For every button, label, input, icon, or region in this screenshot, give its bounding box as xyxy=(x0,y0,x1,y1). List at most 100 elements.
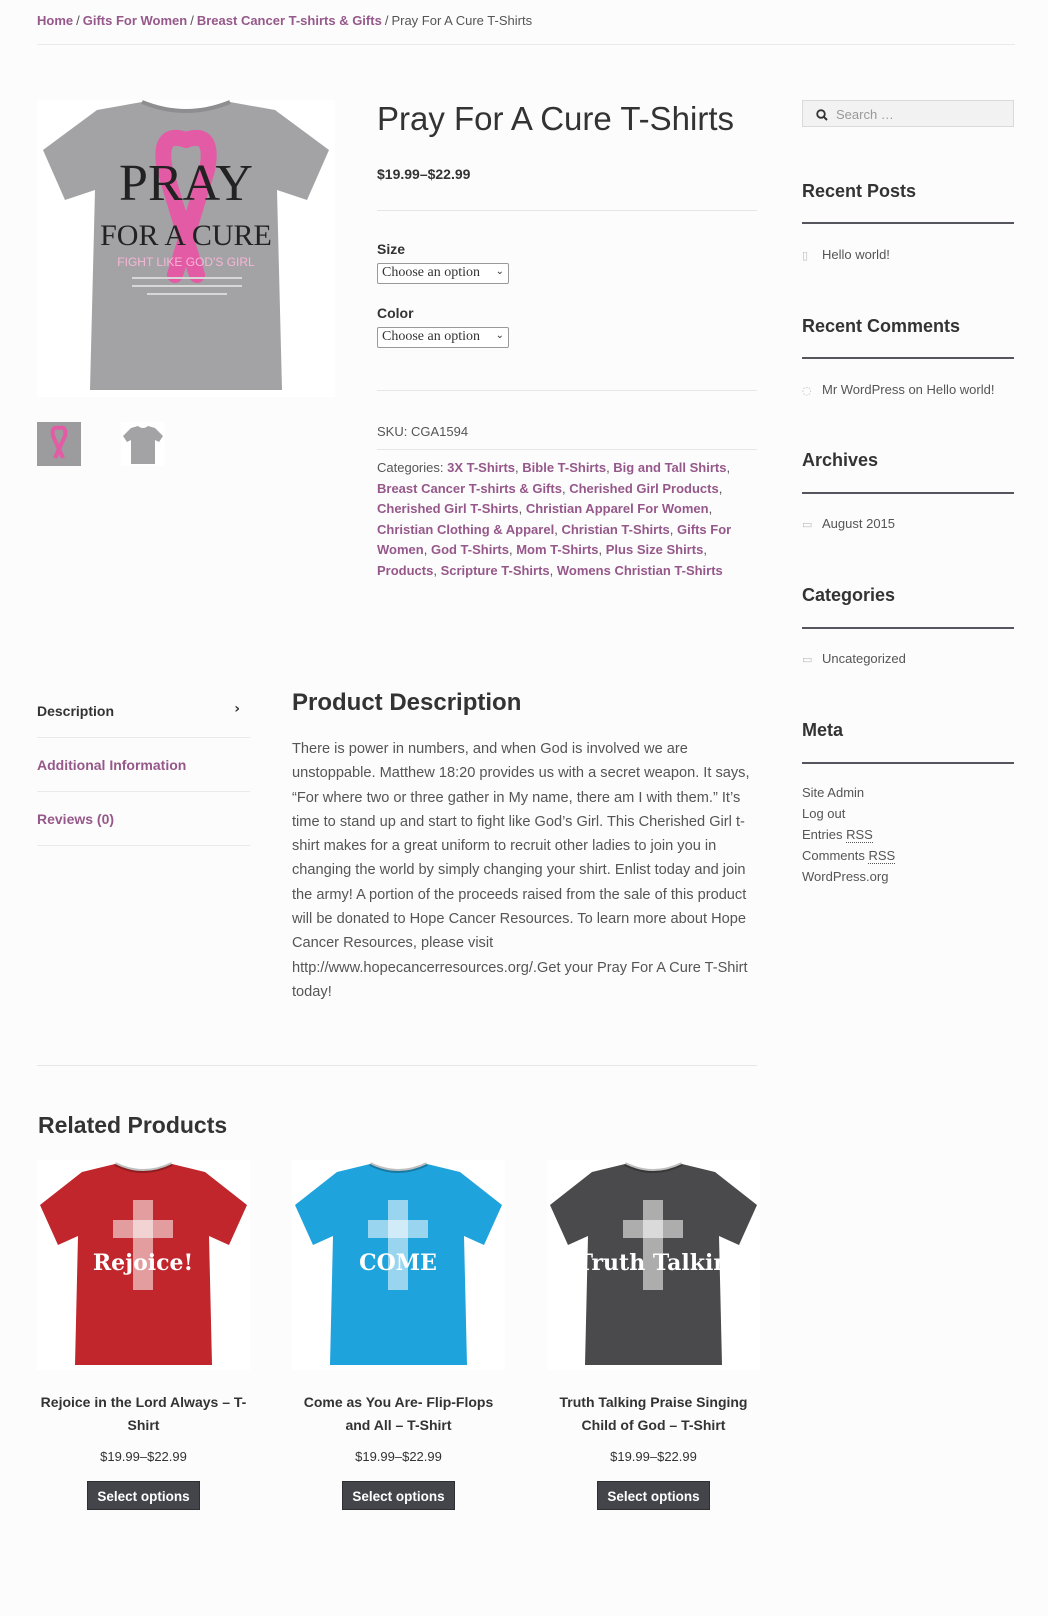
meta-wordpress-link[interactable]: WordPress.org xyxy=(802,869,888,884)
search-placeholder: Search … xyxy=(836,107,894,122)
related-products-title: Related Products xyxy=(38,1112,228,1138)
category-link[interactable]: Big and Tall Shirts xyxy=(613,460,726,475)
meta-title: Meta xyxy=(802,720,844,740)
search-input[interactable]: Search … xyxy=(802,100,1014,127)
recent-post-link[interactable]: Hello world! xyxy=(822,247,890,262)
product-price: $19.99–$22.99 xyxy=(377,166,471,182)
shirt-print-fight: FIGHT LIKE GOD'S GIRL xyxy=(117,255,255,269)
category-link[interactable]: Womens Christian T-Shirts xyxy=(557,563,723,578)
breadcrumb-home-link[interactable]: Home xyxy=(37,13,73,28)
category-link[interactable]: God T-Shirts xyxy=(431,542,509,557)
meta-log-out-link[interactable]: Log out xyxy=(802,806,845,821)
categories-label: Categories: xyxy=(377,460,444,475)
breadcrumb-gifts-link[interactable]: Gifts For Women xyxy=(83,13,187,28)
breadcrumb-separator: / xyxy=(76,13,80,28)
category-link[interactable]: Cherished Girl T-Shirts xyxy=(377,501,519,516)
divider xyxy=(377,449,757,450)
comment-post-link[interactable]: Hello world! xyxy=(927,382,995,397)
comment-author-link[interactable]: Mr WordPress xyxy=(822,382,905,397)
meta-entries-rss-link[interactable]: Entries RSS xyxy=(802,827,873,843)
category-sidebar-link[interactable]: Uncategorized xyxy=(822,651,906,666)
category-link[interactable]: Breast Cancer T-shirts & Gifts xyxy=(377,481,562,496)
shirt-print-cure: FOR A CURE xyxy=(100,219,272,252)
description-title: Product Description xyxy=(292,689,522,716)
breadcrumb-separator: / xyxy=(190,13,194,28)
category-link[interactable]: Plus Size Shirts xyxy=(606,542,704,557)
related-product-price: $19.99–$22.99 xyxy=(610,1449,697,1464)
tab-reviews[interactable]: Reviews (0) xyxy=(37,792,250,846)
comment-icon: ◌ xyxy=(802,384,812,397)
archives-title: Archives xyxy=(802,450,879,470)
color-select[interactable]: Choose an option ⌄ xyxy=(377,327,509,348)
description-text: There is power in numbers, and when God … xyxy=(292,741,750,1000)
select-options-button[interactable]: Select options xyxy=(597,1481,710,1510)
thumbnail-back-image xyxy=(37,422,81,466)
related-product-name[interactable]: Come as You Are- Flip-Flops and All – T-… xyxy=(292,1391,505,1437)
meta-entries-label: Entries xyxy=(802,827,843,842)
size-label: Size xyxy=(377,241,406,257)
tshirt-image: Rejoice! xyxy=(40,1162,247,1365)
sku-value: CGA1594 xyxy=(410,424,469,439)
product-sku: SKU: CGA1594 xyxy=(377,424,468,439)
tab-description[interactable]: Description › xyxy=(37,684,250,738)
product-thumbnail[interactable] xyxy=(37,422,81,466)
tab-reviews-label: Reviews (0) xyxy=(37,811,115,827)
shirt-print-pray: PRAY xyxy=(119,155,253,212)
archive-link[interactable]: August 2015 xyxy=(822,516,895,531)
gray-tshirt-image: PRAY FOR A CURE FIGHT LIKE GOD'S GIRL xyxy=(43,100,329,390)
recent-comments-title: Recent Comments xyxy=(802,316,961,336)
breadcrumb-current: Pray For A Cure T-Shirts xyxy=(391,13,533,28)
breadcrumb: Home / Gifts For Women / Breast Cancer T-shi… xyxy=(37,13,532,28)
chevron-down-icon: ⌄ xyxy=(495,330,504,341)
tshirt-image: COME xyxy=(295,1162,502,1365)
product-main-image[interactable]: PRAY FOR A CURE FIGHT LIKE GOD'S GIRL xyxy=(37,100,335,397)
related-product-image[interactable]: COME xyxy=(292,1160,505,1370)
related-product-image[interactable]: Truth Talkin xyxy=(547,1160,760,1370)
related-product-name[interactable]: Truth Talking Praise Singing Child of Go… xyxy=(547,1391,760,1437)
size-select[interactable]: Choose an option ⌄ xyxy=(377,263,509,284)
breadcrumb-breast-cancer-link[interactable]: Breast Cancer T-shirts & Gifts xyxy=(197,13,382,28)
product-thumbnail[interactable] xyxy=(121,422,165,466)
widget-divider xyxy=(802,222,1014,224)
archive-item: ▭ August 2015 xyxy=(802,516,895,531)
meta-comments-rss-link[interactable]: Comments RSS xyxy=(802,848,896,864)
select-options-button[interactable]: Select options xyxy=(342,1481,455,1510)
categories-title: Categories xyxy=(802,585,896,605)
chevron-right-icon: › xyxy=(234,701,240,717)
tab-additional-information[interactable]: Additional Information xyxy=(37,738,250,792)
category-link[interactable]: Christian Clothing & Apparel xyxy=(377,522,554,537)
sku-label: SKU: xyxy=(377,424,408,439)
thumbnail-front-image xyxy=(121,422,165,466)
category-link[interactable]: Mom T-Shirts xyxy=(516,542,598,557)
color-select-value: Choose an option xyxy=(382,329,480,344)
meta-site-admin-link[interactable]: Site Admin xyxy=(802,785,864,800)
widget-divider xyxy=(802,627,1014,629)
divider xyxy=(37,44,1015,45)
select-options-button[interactable]: Select options xyxy=(87,1481,200,1510)
recent-comment-item: ◌ Mr WordPress on Hello world! xyxy=(802,382,994,397)
product-title: Pray For A Cure T-Shirts xyxy=(377,100,735,137)
category-link[interactable]: 3X T-Shirts xyxy=(447,460,515,475)
folder-icon: ▭ xyxy=(802,653,813,666)
widget-divider xyxy=(802,492,1014,494)
category-link[interactable]: Christian T-Shirts xyxy=(561,522,669,537)
folder-icon: ▭ xyxy=(802,518,813,531)
tab-description-label: Description xyxy=(37,703,115,719)
rss-abbr: RSS xyxy=(846,827,873,843)
meta-comments-label: Comments xyxy=(802,848,865,863)
category-link[interactable]: Bible T-Shirts xyxy=(522,460,606,475)
related-product-price: $19.99–$22.99 xyxy=(355,1449,442,1464)
category-link[interactable]: Christian Apparel For Women xyxy=(526,501,709,516)
color-label: Color xyxy=(377,305,414,321)
related-product-name[interactable]: Rejoice in the Lord Always – T-Shirt xyxy=(37,1391,250,1437)
related-product-image[interactable]: Rejoice! xyxy=(37,1160,250,1370)
category-link[interactable]: Cherished Girl Products xyxy=(569,481,719,496)
document-icon: ▯ xyxy=(802,249,809,262)
tab-additional-label: Additional Information xyxy=(37,757,187,773)
category-link[interactable]: Scripture T-Shirts xyxy=(441,563,550,578)
rss-abbr: RSS xyxy=(868,848,896,864)
breadcrumb-separator: / xyxy=(384,13,389,28)
product-categories: Categories: 3X T-Shirts, Bible T-Shirts,… xyxy=(377,460,732,578)
category-link[interactable]: Products xyxy=(377,563,433,578)
category-item: ▭ Uncategorized xyxy=(802,651,906,666)
